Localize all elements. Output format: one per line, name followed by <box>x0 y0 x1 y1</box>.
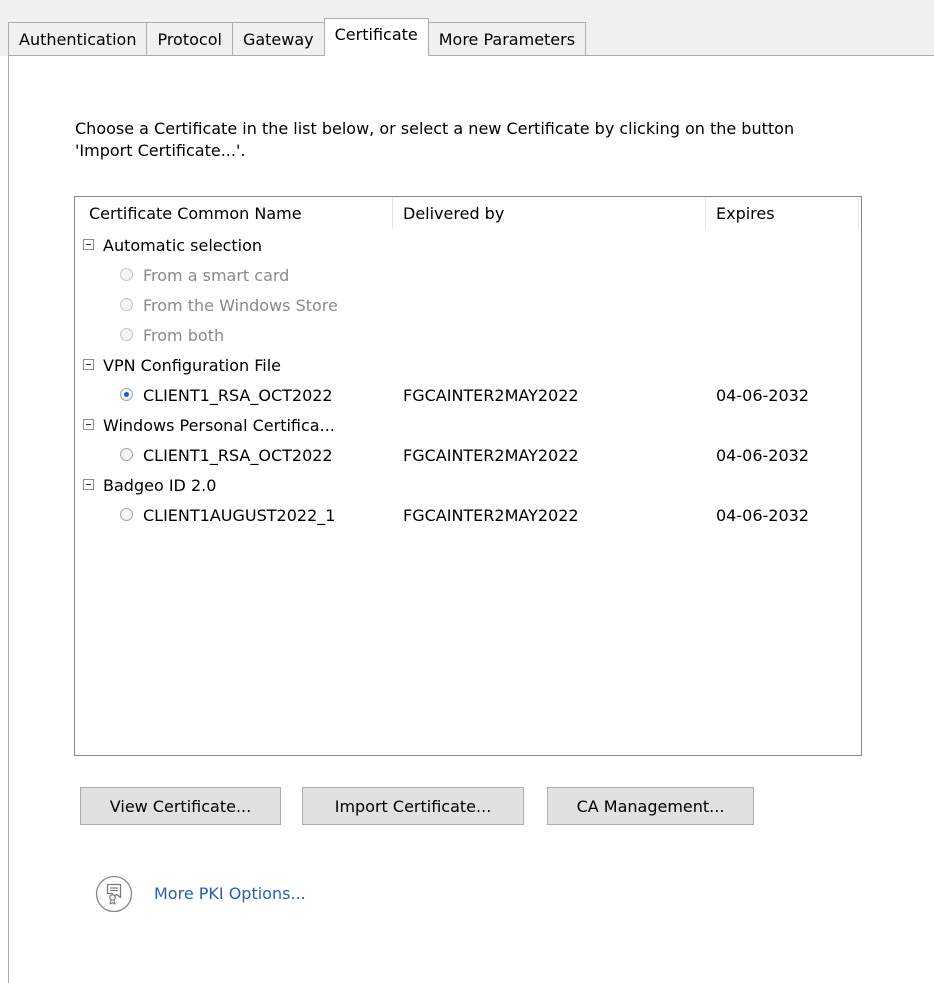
radio-icon <box>120 328 133 341</box>
tab-protocol[interactable]: Protocol <box>146 22 232 56</box>
item-name: CLIENT1AUGUST2022_1 <box>143 505 336 525</box>
item-name: CLIENT1_RSA_OCT2022 <box>143 385 333 405</box>
tab-divider <box>8 55 934 56</box>
panel-left-border <box>8 56 9 983</box>
item-name: From both <box>143 325 225 345</box>
collapse-icon[interactable] <box>83 239 94 250</box>
group-vpn-configuration-file[interactable]: VPN Configuration File <box>75 350 861 380</box>
list-item-from-smart-card: From a smart card <box>75 260 861 290</box>
tab-gateway[interactable]: Gateway <box>231 22 324 56</box>
radio-icon <box>120 298 133 311</box>
item-expires: 04-06-2032 <box>716 505 809 525</box>
certificate-icon[interactable] <box>95 875 133 913</box>
tab-certificate[interactable]: Certificate <box>323 18 429 56</box>
group-label: Automatic selection <box>103 235 263 255</box>
item-expires: 04-06-2032 <box>716 385 809 405</box>
item-name: From the Windows Store <box>143 295 338 315</box>
column-header-common-name[interactable]: Certificate Common Name <box>75 197 393 229</box>
list-item-badgeo-client1[interactable]: CLIENT1AUGUST2022_1 FGCAINTER2MAY2022 04… <box>75 500 861 530</box>
view-certificate-button[interactable]: View Certificate... <box>80 787 281 825</box>
radio-icon[interactable] <box>120 448 133 461</box>
column-header-expires[interactable]: Expires <box>706 197 859 229</box>
list-item-from-both: From both <box>75 320 861 350</box>
item-delivered-by: FGCAINTER2MAY2022 <box>403 385 579 405</box>
collapse-icon[interactable] <box>83 359 94 370</box>
group-label: Badgeo ID 2.0 <box>103 475 217 495</box>
import-certificate-button[interactable]: Import Certificate... <box>302 787 524 825</box>
item-expires: 04-06-2032 <box>716 445 809 465</box>
item-name: CLIENT1_RSA_OCT2022 <box>143 445 333 465</box>
certificate-panel: Authentication Protocol Gateway Certific… <box>0 0 934 983</box>
certificate-list[interactable]: Certificate Common Name Delivered by Exp… <box>74 196 862 756</box>
item-name: From a smart card <box>143 265 290 285</box>
radio-icon[interactable] <box>120 388 133 401</box>
collapse-icon[interactable] <box>83 479 94 490</box>
list-item-windows-client1[interactable]: CLIENT1_RSA_OCT2022 FGCAINTER2MAY2022 04… <box>75 440 861 470</box>
group-automatic-selection[interactable]: Automatic selection <box>75 230 861 260</box>
column-header-delivered-by[interactable]: Delivered by <box>393 197 706 229</box>
item-delivered-by: FGCAINTER2MAY2022 <box>403 445 579 465</box>
list-item-from-windows-store: From the Windows Store <box>75 290 861 320</box>
collapse-icon[interactable] <box>83 419 94 430</box>
more-pki-options-link[interactable]: More PKI Options... <box>154 884 306 903</box>
item-delivered-by: FGCAINTER2MAY2022 <box>403 505 579 525</box>
tab-more-parameters[interactable]: More Parameters <box>428 22 587 56</box>
group-label: VPN Configuration File <box>103 355 282 375</box>
ca-management-button[interactable]: CA Management... <box>547 787 754 825</box>
group-badgeo-id[interactable]: Badgeo ID 2.0 <box>75 470 861 500</box>
radio-icon <box>120 268 133 281</box>
group-label: Windows Personal Certifica... <box>103 415 335 435</box>
tab-authentication[interactable]: Authentication <box>8 22 147 56</box>
group-windows-personal-certificates[interactable]: Windows Personal Certifica... <box>75 410 861 440</box>
tab-bar: Authentication Protocol Gateway Certific… <box>8 18 587 56</box>
list-header: Certificate Common Name Delivered by Exp… <box>75 197 861 229</box>
list-item-vpn-client1[interactable]: CLIENT1_RSA_OCT2022 FGCAINTER2MAY2022 04… <box>75 380 861 410</box>
radio-icon[interactable] <box>120 508 133 521</box>
instructions-text: Choose a Certificate in the list below, … <box>75 119 795 160</box>
